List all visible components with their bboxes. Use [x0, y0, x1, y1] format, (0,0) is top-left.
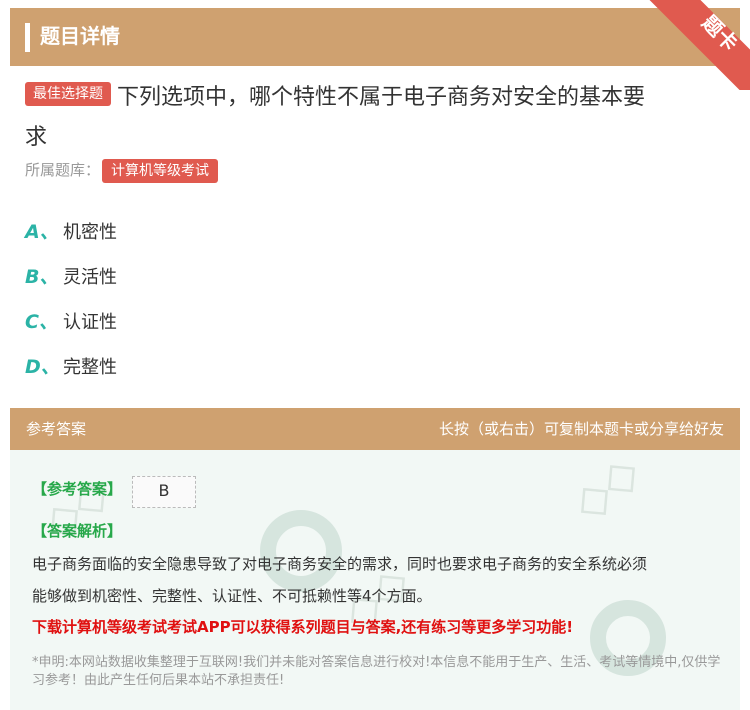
option-b[interactable]: B、 灵活性 — [25, 253, 117, 298]
option-a[interactable]: A、 机密性 — [25, 208, 117, 253]
question-type-badge: 最佳选择题 — [25, 82, 111, 106]
question: 最佳选择题 下列选项中，哪个特性不属于电子商务对安全的基本要 求 — [25, 78, 725, 158]
answer-body: ◇◇ ◇◇ ◇◇ 【参考答案】 B 【答案解析】 电子商务面临的安全隐患导致了对… — [10, 450, 740, 710]
answer-header: 参考答案 长按（或右击）可复制本题卡或分享给好友 — [10, 408, 740, 450]
options-list: A、 机密性 B、 灵活性 C、 认证性 D、 完整性 — [25, 208, 117, 388]
analysis-line1: 电子商务面临的安全隐患导致了对电子商务安全的需求，同时也要求电子商务的安全系统必… — [32, 555, 648, 573]
option-text: 灵活性 — [63, 266, 117, 288]
answer-title: 参考答案 — [26, 420, 87, 438]
question-card: 题目详情 题卡 最佳选择题 下列选项中，哪个特性不属于电子商务对安全的基本要 求 … — [0, 0, 750, 710]
option-text: 认证性 — [63, 311, 117, 333]
option-c[interactable]: C、 认证性 — [25, 298, 117, 343]
reference-answer-label: 【参考答案】 — [32, 480, 123, 498]
app-promo-link[interactable]: 下载计算机等级考试考试APP可以获得系列题目与答案,还有练习等更多学习功能! — [32, 616, 573, 638]
analysis-label: 【答案解析】 — [32, 522, 123, 540]
page-title: 题目详情 — [40, 24, 120, 48]
reference-answer-value: B — [132, 476, 196, 508]
question-text: 最佳选择题 下列选项中，哪个特性不属于电子商务对安全的基本要 — [25, 78, 725, 118]
option-letter: C、 — [25, 311, 58, 333]
option-letter: B、 — [25, 266, 59, 288]
watermark-graphic: ◇◇ — [560, 450, 650, 531]
category-label: 所属题库： — [25, 161, 101, 179]
category: 所属题库： 计算机等级考试 — [25, 158, 219, 183]
option-text: 完整性 — [63, 356, 117, 378]
question-text-line2: 求 — [25, 125, 48, 150]
question-text-line1: 下列选项中，哪个特性不属于电子商务对安全的基本要 — [117, 85, 646, 110]
header-bar: 题目详情 — [10, 8, 740, 66]
category-badge[interactable]: 计算机等级考试 — [102, 159, 219, 183]
option-text: 机密性 — [63, 221, 117, 243]
header-accent-bar — [25, 23, 30, 52]
option-letter: A、 — [25, 221, 59, 243]
analysis-line2: 能够做到机密性、完整性、认证性、不可抵赖性等4个方面。 — [32, 587, 432, 605]
share-hint: 长按（或右击）可复制本题卡或分享给好友 — [438, 420, 724, 438]
corner-ribbon: 题卡 — [640, 0, 750, 90]
option-d[interactable]: D、 完整性 — [25, 343, 117, 388]
disclaimer: *申明:本网站数据收集整理于互联网!我们并未能对答案信息进行校对!本信息不能用于… — [32, 655, 721, 688]
option-letter: D、 — [25, 356, 60, 378]
analysis-text: 电子商务面临的安全隐患导致了对电子商务安全的需求，同时也要求电子商务的安全系统必… — [32, 548, 712, 612]
